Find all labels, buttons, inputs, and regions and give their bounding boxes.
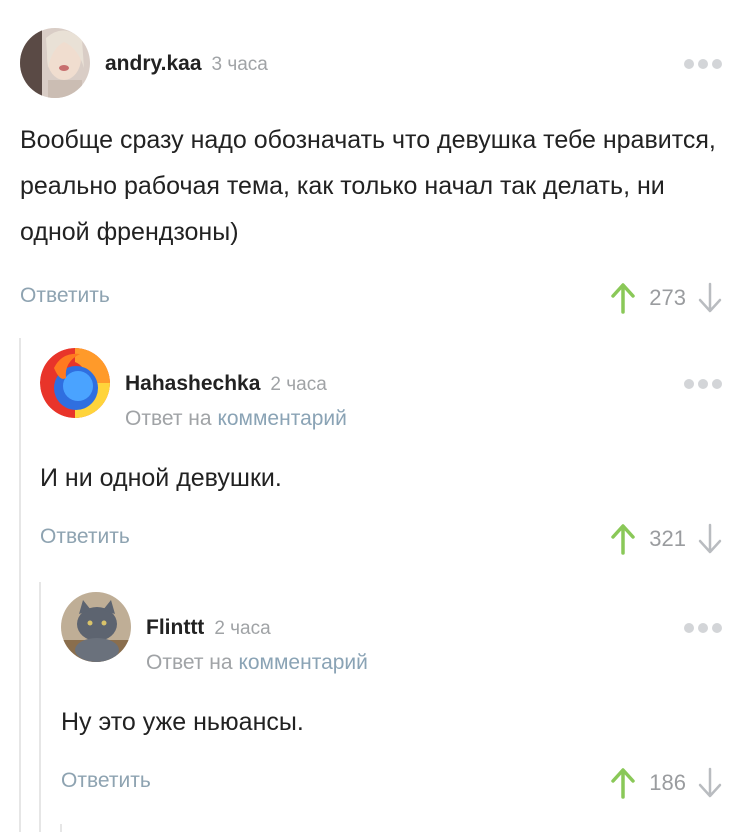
comment-text: И ни одной девушки. xyxy=(40,464,282,492)
thread-line-level-1[interactable] xyxy=(19,338,21,832)
reply-button[interactable]: Ответить xyxy=(20,284,110,308)
upvote-arrow-icon[interactable] xyxy=(611,523,636,555)
downvote-arrow-icon[interactable] xyxy=(698,767,722,799)
reply-to-link[interactable]: комментарий xyxy=(238,651,367,674)
author-name[interactable]: andry.kaa xyxy=(105,52,202,75)
comment-footer: Ответить 186 xyxy=(61,763,722,803)
author-name[interactable]: Flinttt xyxy=(146,616,204,639)
comment-text: Вообще сразу надо обозначать что девушка… xyxy=(20,126,716,246)
comments-thread: andry.kaa 3 часа Вообще сразу надо обозна… xyxy=(0,0,750,832)
user-avatar[interactable] xyxy=(40,348,110,418)
vote-controls: 186 xyxy=(611,763,722,803)
comment-footer: Ответить 321 xyxy=(40,519,722,559)
upvote-arrow-icon[interactable] xyxy=(611,282,636,314)
upvote-arrow-icon[interactable] xyxy=(611,767,636,799)
rating-value: 273 xyxy=(649,285,686,310)
comment-time: 2 часа xyxy=(270,374,327,395)
reply-button[interactable]: Ответить xyxy=(61,769,151,793)
comment-flinttt: Flinttt 2 часа Ответ на комментарий Ну эт… xyxy=(61,592,722,812)
vote-controls: 273 xyxy=(611,278,722,318)
rating-value: 186 xyxy=(649,770,686,795)
rating-value: 321 xyxy=(649,526,686,551)
reply-button[interactable]: Ответить xyxy=(40,525,130,549)
comment-hahashechka: Hahashechka 2 часа Ответ на комментарий И… xyxy=(40,348,722,568)
more-icon[interactable] xyxy=(684,623,722,633)
comment-text: Ну это уже ньюансы. xyxy=(61,708,304,736)
thread-line-level-3[interactable] xyxy=(60,824,62,832)
user-avatar[interactable] xyxy=(61,592,131,662)
thread-line-level-2[interactable] xyxy=(39,582,41,832)
downvote-arrow-icon[interactable] xyxy=(698,523,722,555)
reply-to-label: Ответ на комментарий xyxy=(125,407,347,431)
reply-to-link[interactable]: комментарий xyxy=(217,407,346,430)
user-avatar[interactable] xyxy=(20,28,90,98)
reply-to-prefix: Ответ на xyxy=(125,407,212,430)
vote-controls: 321 xyxy=(611,519,722,559)
downvote-arrow-icon[interactable] xyxy=(698,282,722,314)
comment-time: 2 часа xyxy=(214,618,271,639)
reply-to-prefix: Ответ на xyxy=(146,651,233,674)
comment-footer: Ответить 273 xyxy=(20,278,722,318)
more-icon[interactable] xyxy=(684,379,722,389)
reply-to-label: Ответ на комментарий xyxy=(146,651,368,675)
comment-time: 3 часа xyxy=(211,54,268,75)
comment-andry-kaa: andry.kaa 3 часа Вообще сразу надо обозна… xyxy=(20,28,722,318)
author-name[interactable]: Hahashechka xyxy=(125,372,260,395)
more-icon[interactable] xyxy=(684,59,722,69)
